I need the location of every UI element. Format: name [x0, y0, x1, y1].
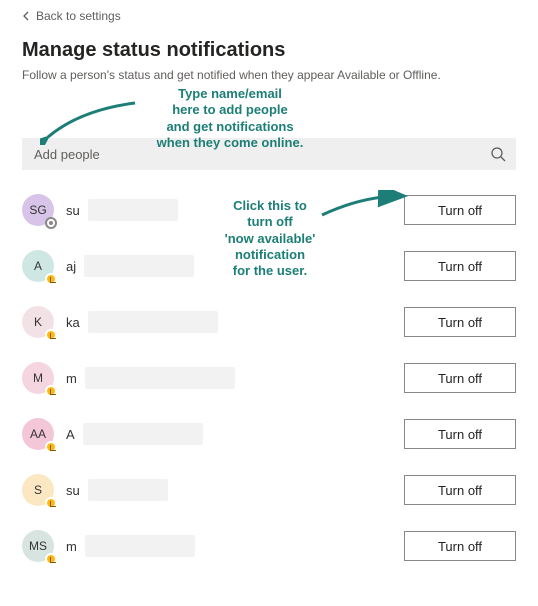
person-name: ka	[66, 311, 392, 333]
presence-away-icon	[45, 553, 57, 565]
avatar[interactable]: S	[22, 474, 54, 506]
turn-off-button[interactable]: Turn off	[404, 531, 516, 561]
person-row: AAATurn off	[22, 418, 516, 450]
turn-off-button[interactable]: Turn off	[404, 251, 516, 281]
presence-away-icon	[45, 385, 57, 397]
person-row: Kka Turn off	[22, 306, 516, 338]
avatar[interactable]: M	[22, 362, 54, 394]
turn-off-button[interactable]: Turn off	[404, 475, 516, 505]
add-people-input[interactable]	[32, 146, 490, 163]
redacted-name	[88, 479, 168, 501]
person-name-fragment: ka	[66, 315, 80, 330]
turn-off-button[interactable]: Turn off	[404, 419, 516, 449]
person-row: Mm Turn off	[22, 362, 516, 394]
avatar[interactable]: SG	[22, 194, 54, 226]
presence-offline-icon	[45, 217, 57, 229]
turn-off-button[interactable]: Turn off	[404, 307, 516, 337]
person-name: m	[66, 535, 392, 557]
redacted-name	[84, 255, 194, 277]
person-name-fragment: su	[66, 483, 80, 498]
redacted-name	[88, 311, 218, 333]
person-name: A	[66, 423, 392, 445]
person-name-fragment: A	[66, 427, 75, 442]
redacted-name	[85, 535, 195, 557]
avatar[interactable]: K	[22, 306, 54, 338]
person-name: su	[66, 479, 392, 501]
person-name-fragment: m	[66, 539, 77, 554]
back-to-settings-link[interactable]: Back to settings	[22, 9, 121, 23]
presence-away-icon	[45, 329, 57, 341]
chevron-left-icon	[22, 11, 30, 21]
page-title: Manage status notifications	[22, 39, 516, 62]
person-row: SG su Turn off	[22, 194, 516, 226]
person-row: Aaj Turn off	[22, 250, 516, 282]
redacted-name	[83, 423, 203, 445]
turn-off-button[interactable]: Turn off	[404, 363, 516, 393]
avatar[interactable]: AA	[22, 418, 54, 450]
presence-away-icon	[45, 273, 57, 285]
turn-off-button[interactable]: Turn off	[404, 195, 516, 225]
add-people-search[interactable]	[22, 138, 516, 170]
avatar[interactable]: A	[22, 250, 54, 282]
redacted-name	[88, 199, 178, 221]
back-label: Back to settings	[36, 9, 121, 23]
presence-away-icon	[45, 497, 57, 509]
redacted-name	[85, 367, 235, 389]
presence-away-icon	[45, 441, 57, 453]
people-list: SG su Turn off Aaj Turn off Kka Turn off Mm Turn…	[22, 194, 516, 562]
person-name-fragment: aj	[66, 259, 76, 274]
person-name: aj	[66, 255, 392, 277]
person-name: m	[66, 367, 392, 389]
person-name-fragment: m	[66, 371, 77, 386]
person-name-fragment: su	[66, 203, 80, 218]
person-name: su	[66, 199, 392, 221]
person-row: MS m Turn off	[22, 530, 516, 562]
avatar[interactable]: MS	[22, 530, 54, 562]
person-row: Ssu Turn off	[22, 474, 516, 506]
page-subtitle: Follow a person's status and get notifie…	[22, 68, 516, 82]
search-icon	[490, 146, 506, 162]
